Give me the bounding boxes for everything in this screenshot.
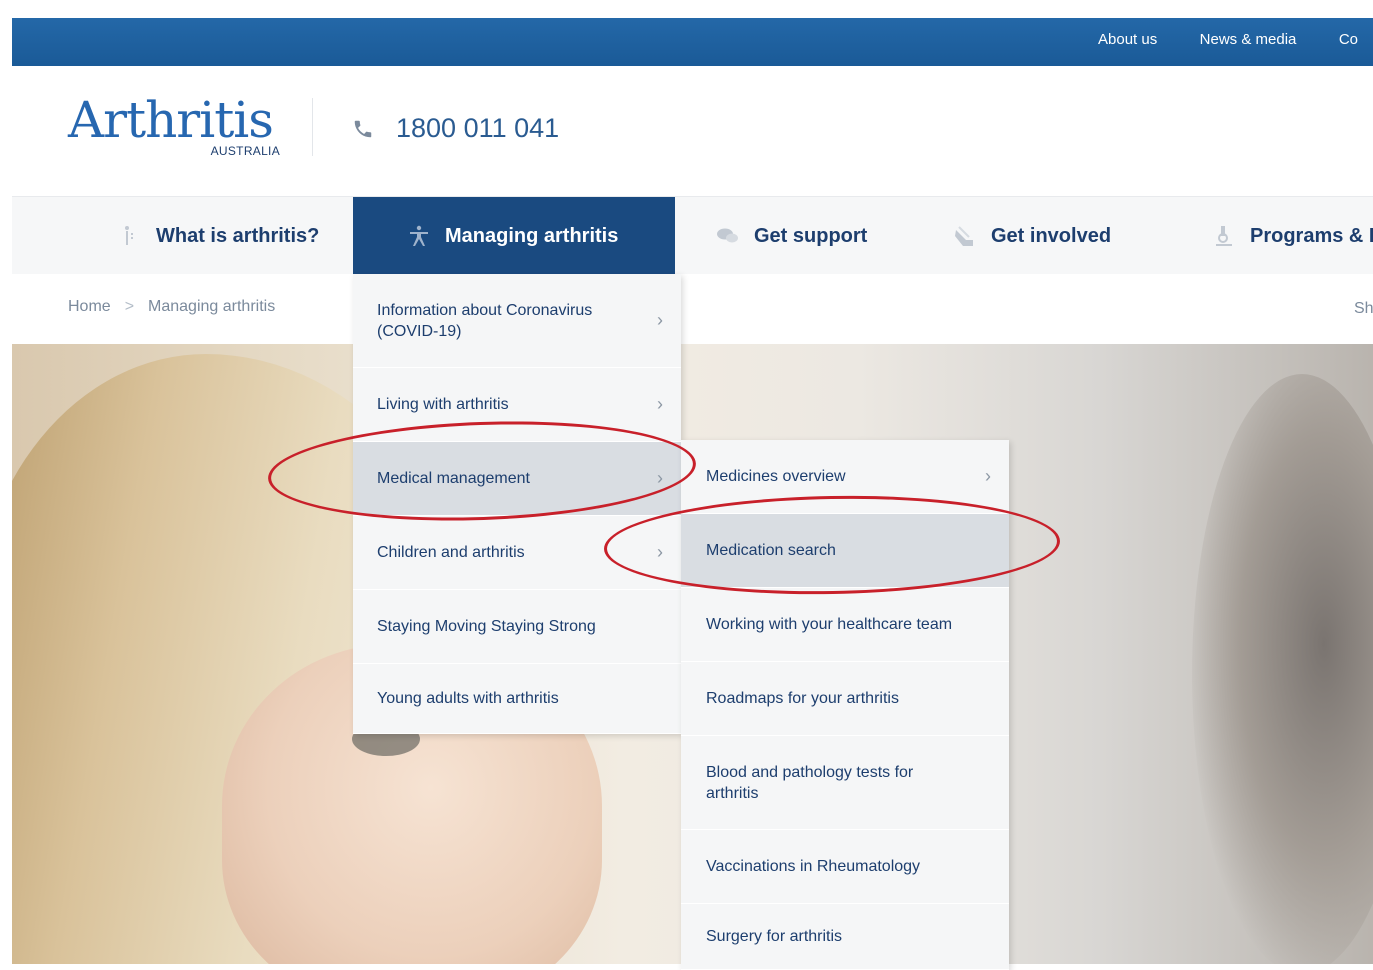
share-link[interactable]: Sh	[1354, 300, 1373, 318]
menu-item-staying-moving[interactable]: Staying Moving Staying Strong	[353, 590, 681, 664]
info-person-icon	[125, 226, 133, 245]
breadcrumb-home[interactable]: Home	[68, 298, 111, 315]
medical-management-submenu: Medicines overview › Medication search W…	[681, 440, 1009, 970]
site-logo[interactable]: Arthritis AUSTRALIA	[68, 90, 282, 162]
nav-item-get-involved[interactable]: Get involved	[953, 197, 1111, 275]
breadcrumb-separator-icon: >	[124, 298, 135, 315]
submenu-item-medication-search[interactable]: Medication search	[681, 514, 1009, 588]
utility-link-news[interactable]: News & media	[1200, 31, 1297, 48]
nav-item-get-support[interactable]: Get support	[716, 197, 867, 275]
chevron-right-icon: ›	[657, 394, 663, 414]
submenu-item-healthcare-team[interactable]: Working with your healthcare team	[681, 588, 1009, 662]
menu-item-medical-management[interactable]: Medical management ›	[353, 442, 681, 516]
utility-link-about[interactable]: About us	[1098, 31, 1157, 48]
submenu-item-surgery[interactable]: Surgery for arthritis	[681, 904, 1009, 970]
nav-label: Get involved	[991, 224, 1112, 247]
main-nav: What is arthritis? Managing arthritis Ge…	[12, 196, 1373, 275]
menu-item-young-adults[interactable]: Young adults with arthritis	[353, 664, 681, 734]
hero-background-person	[1192, 374, 1373, 964]
submenu-item-label: Working with your healthcare team	[706, 616, 953, 633]
submenu-item-label: Blood and pathology tests for arthritis	[706, 763, 914, 802]
chevron-right-icon: ›	[657, 542, 663, 562]
menu-item-label: Information about Coronavirus (COVID-19)	[377, 301, 593, 340]
menu-item-label: Staying Moving Staying Strong	[377, 618, 596, 635]
menu-item-coronavirus[interactable]: Information about Coronavirus (COVID-19)…	[353, 274, 681, 368]
person-icon	[410, 225, 428, 246]
nav-item-what-is-arthritis[interactable]: What is arthritis?	[118, 197, 319, 275]
menu-item-living-with-arthritis[interactable]: Living with arthritis ›	[353, 368, 681, 442]
submenu-item-blood-tests[interactable]: Blood and pathology tests for arthritis	[681, 736, 1009, 830]
nav-item-managing-arthritis[interactable]: Managing arthritis	[353, 197, 675, 275]
nav-label: What is arthritis?	[156, 224, 320, 247]
menu-item-label: Living with arthritis	[377, 396, 509, 413]
microscope-icon	[1216, 226, 1232, 246]
submenu-item-label: Medicines overview	[706, 468, 846, 485]
nav-label: Programs & I	[1250, 224, 1373, 247]
submenu-item-vaccinations[interactable]: Vaccinations in Rheumatology	[681, 830, 1009, 904]
phone-number: 1800 011 041	[396, 113, 560, 143]
submenu-item-medicines-overview[interactable]: Medicines overview ›	[681, 440, 1009, 514]
utility-bar: About us News & media Co	[12, 18, 1373, 66]
submenu-item-label: Medication search	[706, 542, 836, 559]
chevron-right-icon: ›	[657, 468, 663, 488]
utility-links: About us News & media Co	[1098, 31, 1373, 49]
breadcrumb: Home > Managing arthritis	[68, 298, 275, 316]
submenu-item-label: Roadmaps for your arthritis	[706, 690, 899, 707]
submenu-item-label: Surgery for arthritis	[706, 928, 843, 945]
nav-label: Managing arthritis	[445, 224, 619, 247]
phone-link[interactable]: 1800 011 041	[352, 113, 559, 144]
chevron-right-icon: ›	[985, 466, 991, 486]
hand-wave-icon	[955, 226, 973, 246]
menu-item-label: Young adults with arthritis	[377, 690, 559, 707]
phone-icon	[354, 120, 372, 137]
nav-label: Get support	[754, 224, 868, 247]
menu-item-children-and-arthritis[interactable]: Children and arthritis ›	[353, 516, 681, 590]
breadcrumb-current[interactable]: Managing arthritis	[148, 298, 275, 315]
header-divider	[312, 98, 313, 156]
logo-subtitle: AUSTRALIA	[210, 144, 280, 158]
chevron-right-icon: ›	[657, 310, 663, 330]
nav-item-programs[interactable]: Programs & I	[1212, 197, 1373, 275]
submenu-item-label: Vaccinations in Rheumatology	[706, 858, 921, 875]
managing-arthritis-menu: Information about Coronavirus (COVID-19)…	[353, 274, 681, 734]
chat-bubbles-icon	[717, 228, 738, 243]
page: About us News & media Co Arthritis AUSTR…	[12, 18, 1373, 970]
submenu-item-roadmaps[interactable]: Roadmaps for your arthritis	[681, 662, 1009, 736]
utility-link-contact[interactable]: Co	[1339, 31, 1358, 48]
menu-item-label: Medical management	[377, 470, 530, 487]
logo-wordmark: Arthritis	[68, 91, 274, 149]
menu-item-label: Children and arthritis	[377, 544, 525, 561]
